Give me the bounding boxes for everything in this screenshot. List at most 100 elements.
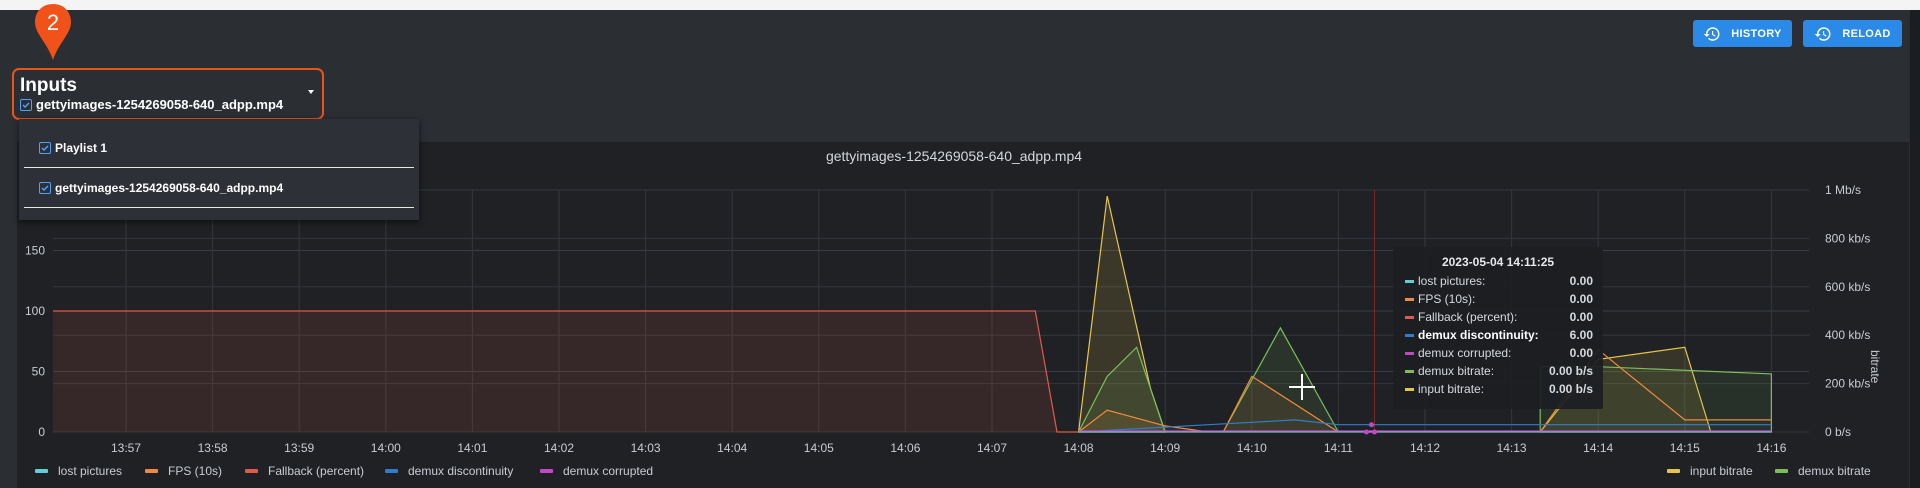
chart-tooltip: 2023-05-04 14:11:25 lost pictures: 0.00 FP… [1393, 247, 1603, 409]
tooltip-label: demux corrupted: [1418, 346, 1512, 360]
x-tick-label: 14:15 [1670, 441, 1700, 455]
legend-swatch [245, 469, 258, 473]
tooltip-label: demux bitrate: [1418, 364, 1495, 378]
dropdown-item-label: gettyimages-1254269058-640_adpp.mp4 [55, 181, 284, 195]
tooltip-row: lost pictures: 0.00 [1405, 273, 1593, 289]
y-tick-label: 0 [38, 425, 45, 439]
x-tick-label: 14:00 [371, 441, 401, 455]
legend-swatch [1775, 469, 1788, 473]
legend-swatch [35, 469, 48, 473]
x-tick-label: 14:11 [1324, 441, 1353, 455]
scrollbar-track[interactable] [1910, 10, 1920, 488]
y-right-tick-label: 1 Mb/s [1825, 183, 1861, 197]
legend-label: demux discontinuity [408, 464, 514, 478]
series-swatch [1405, 387, 1414, 391]
tooltip-value: 0.00 b/s [1548, 364, 1593, 378]
tooltip-row: demux discontinuity: 6.00 [1405, 327, 1593, 343]
y-tick-label: 50 [32, 365, 46, 379]
legend-swatch [145, 469, 158, 473]
top-bar [0, 0, 1920, 10]
tooltip-row: demux bitrate: 0.00 b/s [1405, 363, 1593, 379]
divider [24, 167, 414, 168]
reload-button[interactable]: RELOAD [1803, 20, 1902, 47]
series-swatch [1405, 297, 1414, 301]
step-marker-number: 2 [46, 10, 60, 35]
history-button[interactable]: HISTORY [1693, 20, 1792, 47]
tooltip-row: input bitrate: 0.00 b/s [1405, 381, 1593, 397]
dropdown-item-label: Playlist 1 [55, 141, 108, 155]
x-tick-label: 14:01 [457, 441, 487, 455]
divider [24, 207, 414, 208]
y-tick-label: 100 [25, 304, 45, 318]
legend-item[interactable]: demux corrupted [540, 464, 653, 478]
tooltip-value: 0.00 b/s [1548, 382, 1593, 396]
history-label: HISTORY [1731, 27, 1782, 40]
series-swatch [1405, 351, 1414, 355]
x-tick-label: 14:16 [1756, 441, 1786, 455]
hover-point [1363, 429, 1369, 435]
inputs-dropdown: Playlist 1 gettyimages-1254269058-640_ad… [19, 119, 419, 220]
checkbox-icon [20, 98, 32, 111]
x-tick-label: 13:58 [198, 441, 228, 455]
legend-label: demux bitrate [1798, 464, 1871, 478]
series-swatch [1405, 279, 1414, 283]
reload-icon [1815, 26, 1831, 41]
hover-point [1368, 422, 1374, 428]
tooltip-label: FPS (10s): [1418, 292, 1476, 306]
legend-item[interactable]: input bitrate [1667, 464, 1753, 478]
y-right-axis-label: bitrate [1868, 350, 1882, 384]
x-tick-label: 14:08 [1064, 441, 1094, 455]
legend-label: FPS (10s) [168, 464, 223, 478]
y-right-tick-label: 800 kb/s [1825, 231, 1870, 245]
tooltip-value: 6.00 [1569, 328, 1593, 342]
caret-down-icon[interactable] [308, 90, 314, 94]
legend-label: demux corrupted [563, 464, 654, 478]
tooltip-row: Fallback (percent): 0.00 [1405, 309, 1593, 325]
x-tick-label: 14:07 [977, 441, 1007, 455]
legend-item[interactable]: Fallback (percent) [245, 464, 364, 478]
x-tick-label: 14:09 [1150, 441, 1180, 455]
inputs-selected-label: gettyimages-1254269058-640_adpp.mp4 [36, 97, 284, 112]
x-tick-label: 14:04 [717, 441, 747, 455]
series-swatch [1405, 369, 1414, 373]
history-icon [1704, 26, 1720, 41]
inputs-selected: gettyimages-1254269058-640_adpp.mp4 [20, 97, 283, 112]
dropdown-item-playlist[interactable]: Playlist 1 [39, 141, 107, 155]
x-tick-label: 14:13 [1497, 441, 1527, 455]
y-right-tick-label: 0 b/s [1825, 425, 1851, 439]
legend-item[interactable]: demux discontinuity [385, 464, 513, 478]
x-tick-label: 14:10 [1237, 441, 1267, 455]
x-tick-label: 14:06 [890, 441, 920, 455]
hover-point [1371, 429, 1377, 435]
x-tick-label: 14:03 [631, 441, 661, 455]
dropdown-item-file[interactable]: gettyimages-1254269058-640_adpp.mp4 [39, 181, 283, 195]
tooltip-label: demux discontinuity: [1418, 328, 1539, 342]
inputs-selector[interactable]: Inputs gettyimages-1254269058-640_adpp.m… [12, 68, 324, 120]
legend-label: Fallback (percent) [268, 464, 365, 478]
x-tick-label: 13:57 [111, 441, 141, 455]
tooltip-value: 0.00 [1569, 292, 1593, 306]
tooltip-value: 0.00 [1569, 310, 1593, 324]
y-tick-label: 150 [25, 244, 45, 258]
x-tick-label: 14:12 [1410, 441, 1440, 455]
tooltip-row: demux corrupted: 0.00 [1405, 345, 1593, 361]
tooltip-label: input bitrate: [1418, 382, 1485, 396]
tooltip-label: lost pictures: [1418, 274, 1486, 288]
tooltip-value: 0.00 [1569, 274, 1593, 288]
inputs-title: Inputs [20, 75, 77, 96]
y-right-tick-label: 400 kb/s [1825, 328, 1870, 342]
checkbox-icon[interactable] [39, 142, 51, 154]
checkbox-icon[interactable] [39, 182, 51, 194]
legend-label: input bitrate [1690, 464, 1753, 478]
chart-title: gettyimages-1254269058-640_adpp.mp4 [826, 148, 1082, 164]
legend-item[interactable]: FPS (10s) [145, 464, 222, 478]
tooltip-label: Fallback (percent): [1418, 310, 1518, 324]
series-swatch [1405, 333, 1414, 337]
legend-label: lost pictures [58, 464, 123, 478]
legend-swatch [385, 469, 398, 473]
x-tick-label: 13:59 [284, 441, 314, 455]
legend-item[interactable]: lost pictures [35, 464, 122, 478]
tooltip-title: 2023-05-04 14:11:25 [1441, 255, 1555, 269]
tooltip-row: FPS (10s): 0.00 [1405, 291, 1593, 307]
legend-item[interactable]: demux bitrate [1775, 464, 1871, 478]
